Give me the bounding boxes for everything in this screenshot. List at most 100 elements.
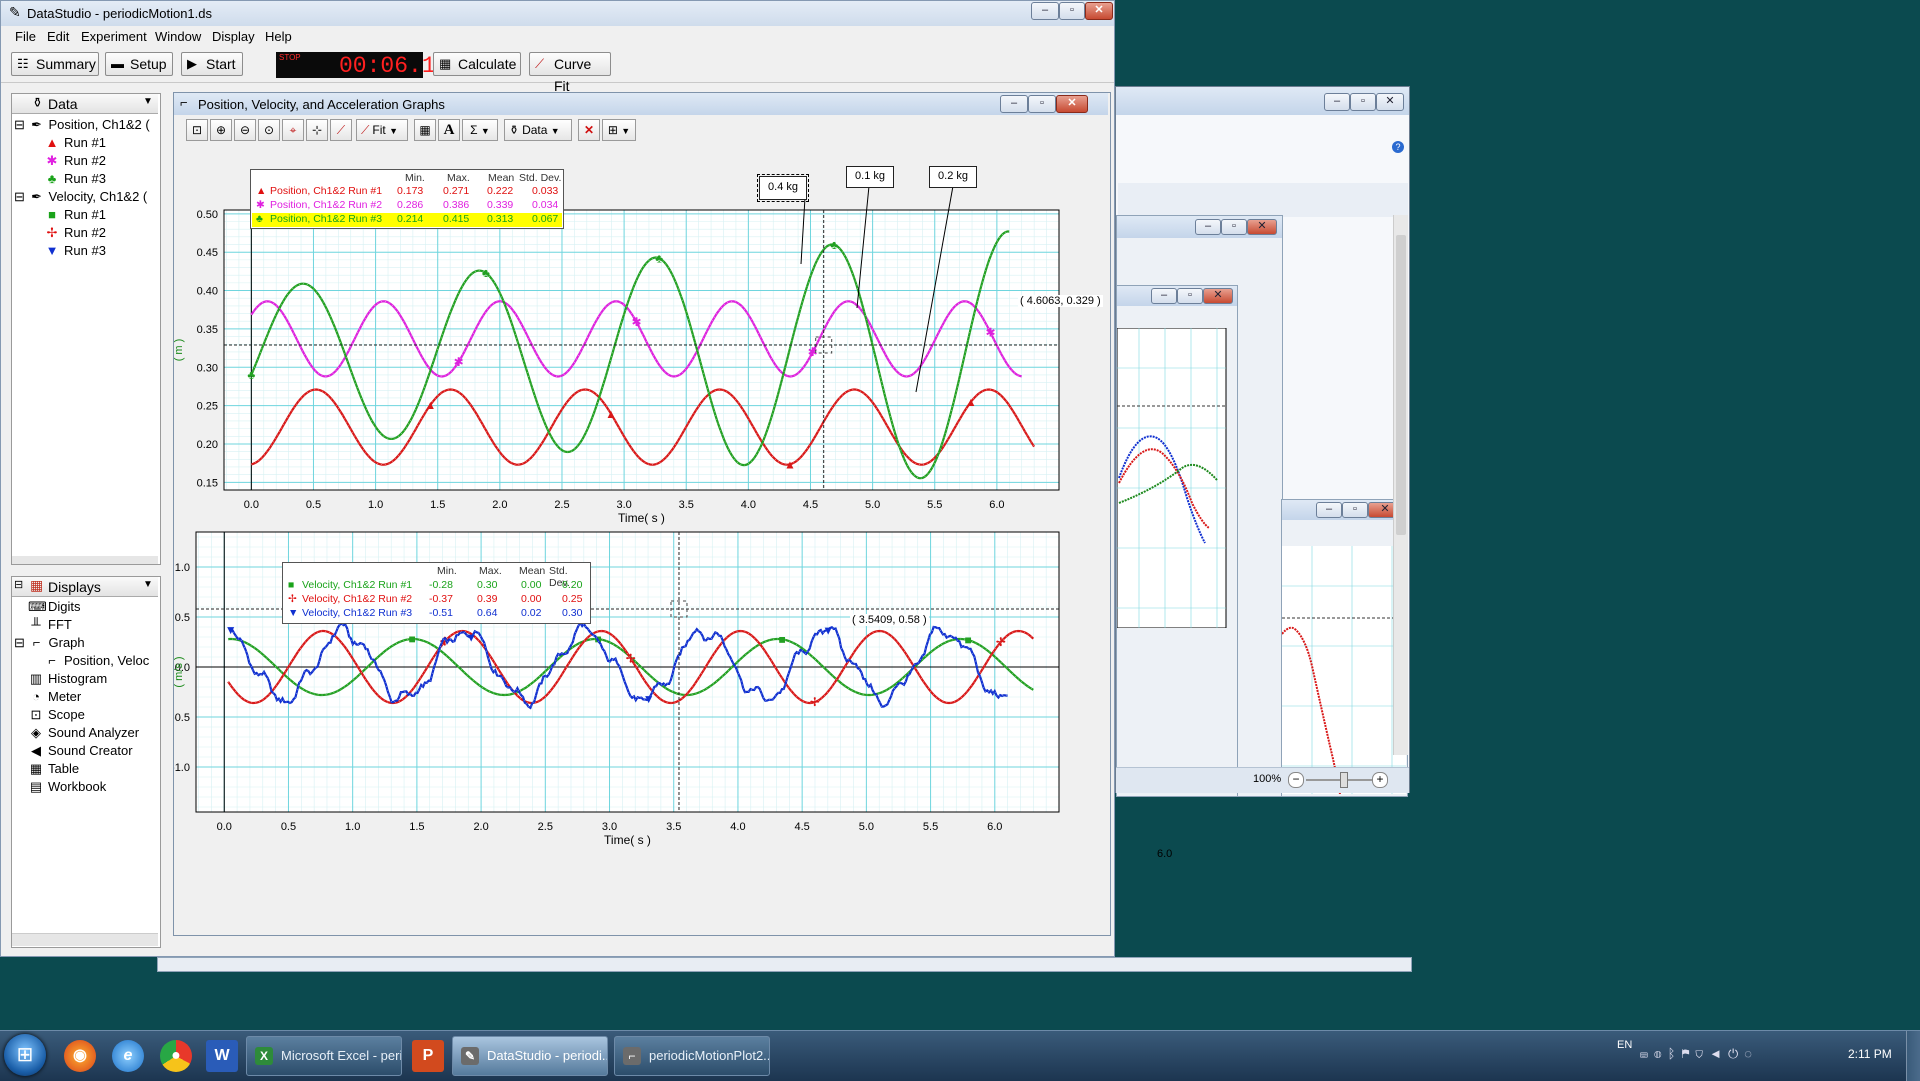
text-annotation-icon[interactable]: A [438,119,460,141]
curve-fit-button[interactable]: ⟋ Curve Fit [529,52,611,94]
inner2-minimize-button[interactable]: – [1151,288,1177,304]
keyboard-icon[interactable]: ⌨ [1640,1046,1654,1061]
tree-position-run3[interactable]: ♣ Run #3 [44,170,106,188]
display-sound-analyzer[interactable]: ◈ Sound Analyzer [28,724,139,742]
inner2-maximize-button[interactable]: ▫ [1177,288,1203,304]
volume-icon[interactable]: ◄ [1709,1046,1728,1061]
start-button[interactable]: ▶ Start [181,52,243,76]
graph-close-button[interactable]: ✕ [1056,95,1088,113]
zoom-in-icon[interactable]: + [1372,772,1388,788]
menu-edit[interactable]: Edit [47,29,69,44]
flag-icon[interactable]: ⚑ [1681,1046,1695,1061]
annotation-0-2kg[interactable]: 0.2 kg [929,166,977,188]
display-workbook[interactable]: ▤ Workbook [28,778,106,796]
smart-tool-icon[interactable]: ⌖ [282,119,304,141]
chevron-down-icon[interactable]: ▼ [143,579,153,590]
calculate-button[interactable]: ▦ Calculate [433,52,521,76]
bluetooth-icon[interactable]: ᛒ [1668,1046,1682,1061]
menu-window[interactable]: Window [155,29,201,44]
tree-position-run1[interactable]: ▲ Run #1 [44,134,106,152]
menu-display[interactable]: Display [212,29,255,44]
show-desktop-button[interactable] [1906,1031,1920,1081]
statistics-dropdown[interactable]: Σ ▼ [462,119,498,141]
zoom-in-icon[interactable]: ⊕ [210,119,232,141]
start-orb-icon[interactable]: ⊞ [4,1034,46,1076]
summary-button[interactable]: ☷ Summary [11,52,99,76]
clock[interactable]: 2:11 PM [1848,1047,1892,1061]
taskbar-datastudio-button[interactable]: ✎ DataStudio - periodi... [452,1036,608,1076]
remove-icon[interactable]: ✕ [578,119,600,141]
internet-explorer-icon[interactable]: e [112,1040,144,1072]
inner1-minimize-button[interactable]: – [1195,219,1221,235]
position-stats-box[interactable]: Min. Max. Mean Std. Dev. ▲ Position, Ch1… [250,169,564,229]
data-panel-header[interactable]: ⚱ Data ▼ [12,94,158,114]
display-fft[interactable]: ╨ FFT [28,616,71,634]
display-table[interactable]: ▦ Table [28,760,79,778]
setup-button[interactable]: ▬ Setup [105,52,173,76]
bg-vertical-scrollbar[interactable] [1393,215,1408,755]
graph-maximize-button[interactable]: ▫ [1028,95,1056,113]
tree-velocity-run1[interactable]: ■ Run #1 [44,206,106,224]
display-graph[interactable]: ⊟ ⌐ Graph [14,634,85,652]
network-icon[interactable]: ◍ [1654,1046,1668,1061]
tree-velocity-run3[interactable]: ▼ Run #3 [44,242,106,260]
data-panel-hscrollbar[interactable] [12,556,158,564]
menu-help[interactable]: Help [265,29,292,44]
maximize-button[interactable]: ▫ [1059,2,1085,20]
inner1-close-button[interactable]: ✕ [1247,219,1277,235]
taskbar-excel-button[interactable]: X Microsoft Excel - peri... [246,1036,402,1076]
display-digits[interactable]: ⌨Digits [28,598,81,616]
graph-minimize-button[interactable]: – [1000,95,1028,113]
close-button[interactable]: ✕ [1085,2,1113,20]
slope-tool-icon[interactable]: ⟋ [330,119,352,141]
delta-tool-icon[interactable]: ⊹ [306,119,328,141]
bg-maximize-button[interactable]: ▫ [1350,93,1376,111]
menu-experiment[interactable]: Experiment [81,29,147,44]
displays-panel-hscrollbar[interactable] [12,933,158,946]
inner2-close-button[interactable]: ✕ [1203,288,1233,304]
zoom-out-icon[interactable]: − [1288,772,1304,788]
annotation-0-1kg[interactable]: 0.1 kg [846,166,894,188]
zoom-out-icon[interactable]: ⊖ [234,119,256,141]
scale-to-fit-icon[interactable]: ⊡ [186,119,208,141]
bg-minimize-button[interactable]: – [1324,93,1350,111]
tree-velocity-group[interactable]: ⊟ ✒ Velocity, Ch1&2 ( [14,188,147,206]
graph-plots[interactable]: 0.0 0.5 1.0 1.5 2.0 2.5 3.0 3.5 4.0 4.5 5.0 5.5 6.0 0… [174,143,1108,923]
fit-dropdown[interactable]: ⟋ Fit ▼ [356,119,408,141]
menu-file[interactable]: File [15,29,36,44]
display-meter[interactable]: ◔ Meter [28,688,81,706]
word-icon[interactable]: W [206,1040,238,1072]
displays-panel-header[interactable]: ⊟ ▦ Displays ▼ [12,577,158,597]
zoom-select-icon[interactable]: ⊙ [258,119,280,141]
shield-icon[interactable]: ⛉ [1695,1046,1709,1061]
y-tick-label: 0.5 [175,612,190,624]
tree-position-run2[interactable]: ✱ Run #2 [44,152,106,170]
data-dropdown[interactable]: ⚱ Data ▼ [504,119,572,141]
display-scope[interactable]: ⊡ Scope [28,706,85,724]
zoom-slider-thumb[interactable] [1340,772,1348,788]
powerpoint-icon[interactable]: P [412,1040,444,1072]
display-graph-position[interactable]: ⌐ Position, Veloc [44,652,149,670]
collapse-icon[interactable]: ⊟ [14,578,23,591]
velocity-stats-box[interactable]: Min. Max. Mean Std. Dev. ■ Velocity, Ch1… [282,562,591,624]
help-icon[interactable]: ? [1392,141,1404,153]
language-indicator[interactable]: EN [1617,1039,1632,1051]
inner3-minimize-button[interactable]: – [1316,502,1342,518]
display-sound-creator[interactable]: ◀ Sound Creator [28,742,133,760]
tree-position-group[interactable]: ⊟ ✒ Position, Ch1&2 ( [14,116,150,134]
graph-settings-dropdown[interactable]: ⊞ ▼ [602,119,636,141]
chevron-down-icon[interactable]: ▼ [143,96,153,107]
tree-velocity-run2[interactable]: ✢ Run #2 [44,224,106,242]
chrome-icon[interactable]: ● [160,1040,192,1072]
minimize-button[interactable]: – [1031,2,1059,20]
inner3-maximize-button[interactable]: ▫ [1342,502,1368,518]
firefox-icon[interactable]: ◉ [64,1040,96,1072]
chat-icon[interactable]: ◌ [1744,1046,1758,1061]
inner1-maximize-button[interactable]: ▫ [1221,219,1247,235]
power-icon[interactable]: ⏻ [1728,1046,1744,1061]
bg-close-button[interactable]: ✕ [1376,93,1404,111]
display-histogram[interactable]: ▥ Histogram [28,670,107,688]
taskbar-plot-button[interactable]: ⌐ periodicMotionPlot2... [614,1036,770,1076]
calculator-icon[interactable]: ▦ [414,119,436,141]
annotation-0-4kg[interactable]: 0.4 kg [757,174,809,202]
